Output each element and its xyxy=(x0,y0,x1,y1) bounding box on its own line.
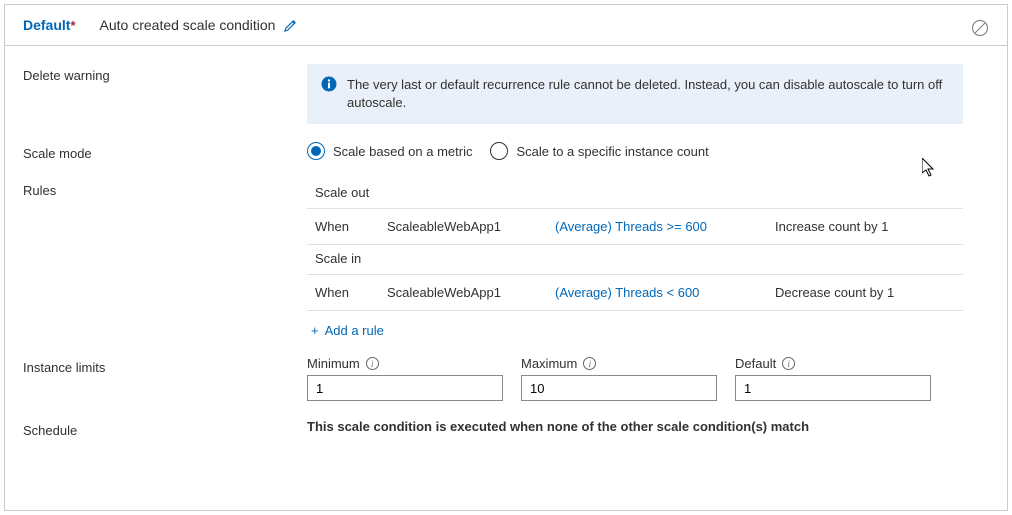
pencil-icon[interactable] xyxy=(283,18,298,33)
radio-icon xyxy=(307,142,325,160)
add-rule-button[interactable]: + Add a rule xyxy=(307,311,388,338)
minimum-field: Minimum i xyxy=(307,356,503,401)
rule-when-label: When xyxy=(315,285,387,300)
info-icon[interactable]: i xyxy=(583,357,596,370)
rule-resource: ScaleableWebApp1 xyxy=(387,219,555,234)
radio-fixed-label: Scale to a specific instance count xyxy=(516,144,708,159)
rules-label: Rules xyxy=(23,179,307,198)
rule-resource: ScaleableWebApp1 xyxy=(387,285,555,300)
delete-warning-text: The very last or default recurrence rule… xyxy=(347,76,949,112)
delete-warning-banner: The very last or default recurrence rule… xyxy=(307,64,963,124)
default-field: Default i xyxy=(735,356,931,401)
default-limit-label: Default xyxy=(735,356,776,371)
scale-condition-panel: Default* Auto created scale condition De… xyxy=(4,4,1008,511)
rule-action: Decrease count by 1 xyxy=(775,285,955,300)
scale-in-header: Scale in xyxy=(307,245,963,274)
rule-when-label: When xyxy=(315,219,387,234)
info-icon[interactable]: i xyxy=(366,357,379,370)
radio-icon xyxy=(490,142,508,160)
minimum-label: Minimum xyxy=(307,356,360,371)
rules-block: Scale out When ScaleableWebApp1 (Average… xyxy=(307,179,963,338)
rule-row-scale-out[interactable]: When ScaleableWebApp1 (Average) Threads … xyxy=(307,208,963,245)
condition-name-label: Auto created scale condition xyxy=(100,17,276,33)
default-input[interactable] xyxy=(735,375,931,401)
scale-mode-radio-group: Scale based on a metric Scale to a speci… xyxy=(307,142,989,160)
maximum-label: Maximum xyxy=(521,356,577,371)
rule-condition-link[interactable]: (Average) Threads < 600 xyxy=(555,285,775,300)
default-title: Default xyxy=(23,17,70,33)
rule-row-scale-in[interactable]: When ScaleableWebApp1 (Average) Threads … xyxy=(307,274,963,311)
minimum-input[interactable] xyxy=(307,375,503,401)
radio-scale-metric[interactable]: Scale based on a metric xyxy=(307,142,472,160)
info-icon[interactable]: i xyxy=(782,357,795,370)
scale-mode-label: Scale mode xyxy=(23,142,307,161)
add-rule-label: Add a rule xyxy=(325,323,384,338)
disable-icon[interactable] xyxy=(971,19,989,40)
schedule-label: Schedule xyxy=(23,419,307,438)
scale-out-header: Scale out xyxy=(307,179,963,208)
panel-header: Default* Auto created scale condition xyxy=(5,5,1007,46)
schedule-text: This scale condition is executed when no… xyxy=(307,419,809,434)
maximum-field: Maximum i xyxy=(521,356,717,401)
radio-metric-label: Scale based on a metric xyxy=(333,144,472,159)
required-marker: * xyxy=(70,18,75,33)
delete-warning-label: Delete warning xyxy=(23,64,307,83)
instance-limits-label: Instance limits xyxy=(23,356,307,375)
radio-scale-fixed[interactable]: Scale to a specific instance count xyxy=(490,142,708,160)
plus-icon: + xyxy=(311,323,319,338)
info-icon xyxy=(321,76,337,92)
instance-limits-group: Minimum i Maximum i De xyxy=(307,356,989,401)
maximum-input[interactable] xyxy=(521,375,717,401)
rule-action: Increase count by 1 xyxy=(775,219,955,234)
rule-condition-link[interactable]: (Average) Threads >= 600 xyxy=(555,219,775,234)
